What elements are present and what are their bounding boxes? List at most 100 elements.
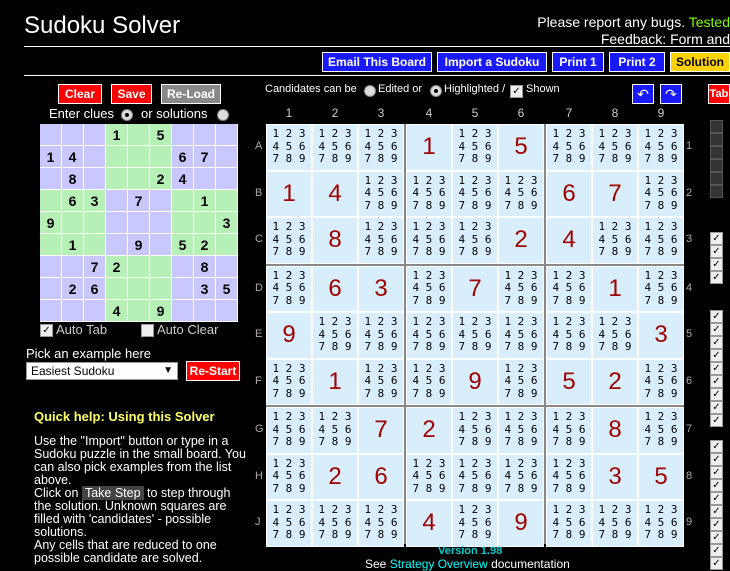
option-checkbox[interactable]: ✓ — [710, 557, 723, 570]
small-cell[interactable] — [40, 278, 62, 300]
clear-button[interactable]: Clear — [58, 84, 102, 104]
small-cell[interactable]: 6 — [62, 190, 84, 212]
board-cell[interactable]: 1 2 3 4 5 6 7 8 9 — [266, 500, 312, 547]
board-cell[interactable]: 1 2 3 4 5 6 7 8 9 — [266, 358, 312, 405]
example-select[interactable]: Easiest Sudoku ▼ — [26, 362, 178, 380]
option-checkbox[interactable]: ✓ — [710, 440, 723, 453]
board-cell[interactable]: 1 2 3 4 5 6 7 8 9 — [638, 500, 684, 547]
board-cell[interactable]: 1 2 3 4 5 6 7 8 9 — [546, 312, 592, 359]
board-cell[interactable]: 1 2 3 4 5 6 7 8 9 — [406, 170, 452, 217]
board-cell[interactable]: 1 2 3 4 5 6 7 8 9 — [546, 500, 592, 547]
board-cell[interactable]: 1 2 3 4 5 6 7 8 9 — [312, 500, 358, 547]
option-checkbox[interactable]: ✓ — [710, 362, 723, 375]
small-cell[interactable] — [128, 124, 150, 146]
board-cell[interactable]: 1 2 3 4 5 6 7 8 9 — [358, 124, 404, 171]
reload-button[interactable]: Re-Load — [161, 84, 221, 104]
board-cell[interactable]: 8 — [592, 407, 638, 454]
board-cell[interactable]: 1 2 3 4 5 6 7 8 9 — [638, 124, 684, 171]
small-cell[interactable]: 5 — [216, 278, 238, 300]
board-cell[interactable]: 1 2 3 4 5 6 7 8 9 — [266, 217, 312, 264]
small-cell[interactable] — [62, 212, 84, 234]
board-cell[interactable]: 5 — [498, 124, 544, 171]
small-cell[interactable] — [106, 190, 128, 212]
option-checkbox[interactable]: ✓ — [710, 323, 723, 336]
board-cell[interactable]: 4 — [546, 217, 592, 264]
board-cell[interactable]: 1 2 3 4 5 6 7 8 9 — [592, 312, 638, 359]
board-cell[interactable]: 1 2 3 4 5 6 7 8 9 — [546, 453, 592, 500]
board-cell[interactable]: 1 2 3 4 5 6 7 8 9 — [638, 265, 684, 312]
small-cell[interactable] — [128, 168, 150, 190]
board-cell[interactable]: 2 — [498, 217, 544, 264]
enter-clues-radio[interactable] — [121, 109, 133, 121]
small-cell[interactable]: 2 — [62, 278, 84, 300]
small-cell[interactable] — [106, 146, 128, 168]
small-cell[interactable] — [150, 212, 172, 234]
restart-button[interactable]: Re-Start — [186, 361, 240, 381]
small-cell[interactable]: 3 — [216, 212, 238, 234]
option-checkbox[interactable]: ✓ — [710, 271, 723, 284]
option-checkbox[interactable]: ✓ — [710, 375, 723, 388]
small-cell[interactable] — [106, 212, 128, 234]
small-cell[interactable] — [128, 300, 150, 322]
board-cell[interactable]: 1 2 3 4 5 6 7 8 9 — [592, 500, 638, 547]
small-cell[interactable]: 2 — [150, 168, 172, 190]
option-checkbox[interactable]: ✓ — [710, 505, 723, 518]
board-cell[interactable]: 1 2 3 4 5 6 7 8 9 — [546, 124, 592, 171]
small-cell[interactable] — [172, 124, 194, 146]
small-cell[interactable]: 2 — [106, 256, 128, 278]
board-cell[interactable]: 1 2 3 4 5 6 7 8 9 — [546, 407, 592, 454]
small-cell[interactable] — [84, 212, 106, 234]
option-checkbox[interactable]: ✓ — [710, 531, 723, 544]
board-cell[interactable]: 4 — [406, 500, 452, 547]
import-sudoku-button[interactable]: Import a Sudoku — [437, 52, 547, 72]
board-cell[interactable]: 1 2 3 4 5 6 7 8 9 — [312, 312, 358, 359]
option-checkbox[interactable] — [710, 185, 723, 198]
board-cell[interactable]: 1 2 3 4 5 6 7 8 9 — [452, 312, 498, 359]
option-checkbox[interactable] — [710, 172, 723, 185]
option-checkbox[interactable] — [710, 146, 723, 159]
redo-icon[interactable]: ↷ — [660, 84, 682, 104]
board-cell[interactable]: 1 2 3 4 5 6 7 8 9 — [312, 407, 358, 454]
board-cell[interactable]: 7 — [452, 265, 498, 312]
small-cell[interactable] — [172, 190, 194, 212]
board-cell[interactable]: 1 2 3 4 5 6 7 8 9 — [406, 453, 452, 500]
strategy-overview-link[interactable]: Strategy Overview — [390, 557, 488, 571]
option-checkbox[interactable]: ✓ — [710, 349, 723, 362]
board-cell[interactable]: 1 2 3 4 5 6 7 8 9 — [498, 170, 544, 217]
email-board-button[interactable]: Email This Board — [322, 52, 432, 72]
board-cell[interactable]: 1 2 3 4 5 6 7 8 9 — [638, 170, 684, 217]
board-cell[interactable]: 1 2 3 4 5 6 7 8 9 — [266, 124, 312, 171]
save-button[interactable]: Save — [111, 84, 152, 104]
option-checkbox[interactable]: ✓ — [710, 388, 723, 401]
board-cell[interactable]: 9 — [498, 500, 544, 547]
small-cell[interactable] — [62, 256, 84, 278]
board-cell[interactable]: 1 2 3 4 5 6 7 8 9 — [406, 217, 452, 264]
board-cell[interactable]: 1 2 3 4 5 6 7 8 9 — [406, 358, 452, 405]
option-checkbox[interactable]: ✓ — [710, 258, 723, 271]
board-cell[interactable]: 1 2 3 4 5 6 7 8 9 — [638, 217, 684, 264]
board-cell[interactable]: 1 2 3 4 5 6 7 8 9 — [266, 407, 312, 454]
board-cell[interactable]: 1 2 3 4 5 6 7 8 9 — [498, 265, 544, 312]
small-cell[interactable]: 3 — [194, 278, 216, 300]
small-cell[interactable] — [84, 300, 106, 322]
small-cell[interactable] — [84, 168, 106, 190]
small-cell[interactable] — [84, 234, 106, 256]
small-cell[interactable] — [62, 124, 84, 146]
board-cell[interactable]: 5 — [638, 453, 684, 500]
auto-tab-checkbox[interactable]: ✓ — [40, 324, 53, 337]
small-cell[interactable]: 1 — [106, 124, 128, 146]
small-cell[interactable] — [150, 190, 172, 212]
small-cell[interactable]: 1 — [194, 190, 216, 212]
small-cell[interactable] — [62, 300, 84, 322]
small-cell[interactable]: 5 — [150, 124, 172, 146]
option-checkbox[interactable]: ✓ — [710, 401, 723, 414]
solution-button[interactable]: Solution — [670, 52, 730, 72]
small-cell[interactable]: 5 — [172, 234, 194, 256]
board-cell[interactable]: 1 2 3 4 5 6 7 8 9 — [498, 453, 544, 500]
or-solutions-radio[interactable] — [217, 109, 229, 121]
small-cell[interactable] — [40, 300, 62, 322]
print1-button[interactable]: Print 1 — [552, 52, 604, 72]
small-cell[interactable] — [172, 278, 194, 300]
option-checkbox[interactable]: ✓ — [710, 336, 723, 349]
small-cell[interactable] — [84, 146, 106, 168]
